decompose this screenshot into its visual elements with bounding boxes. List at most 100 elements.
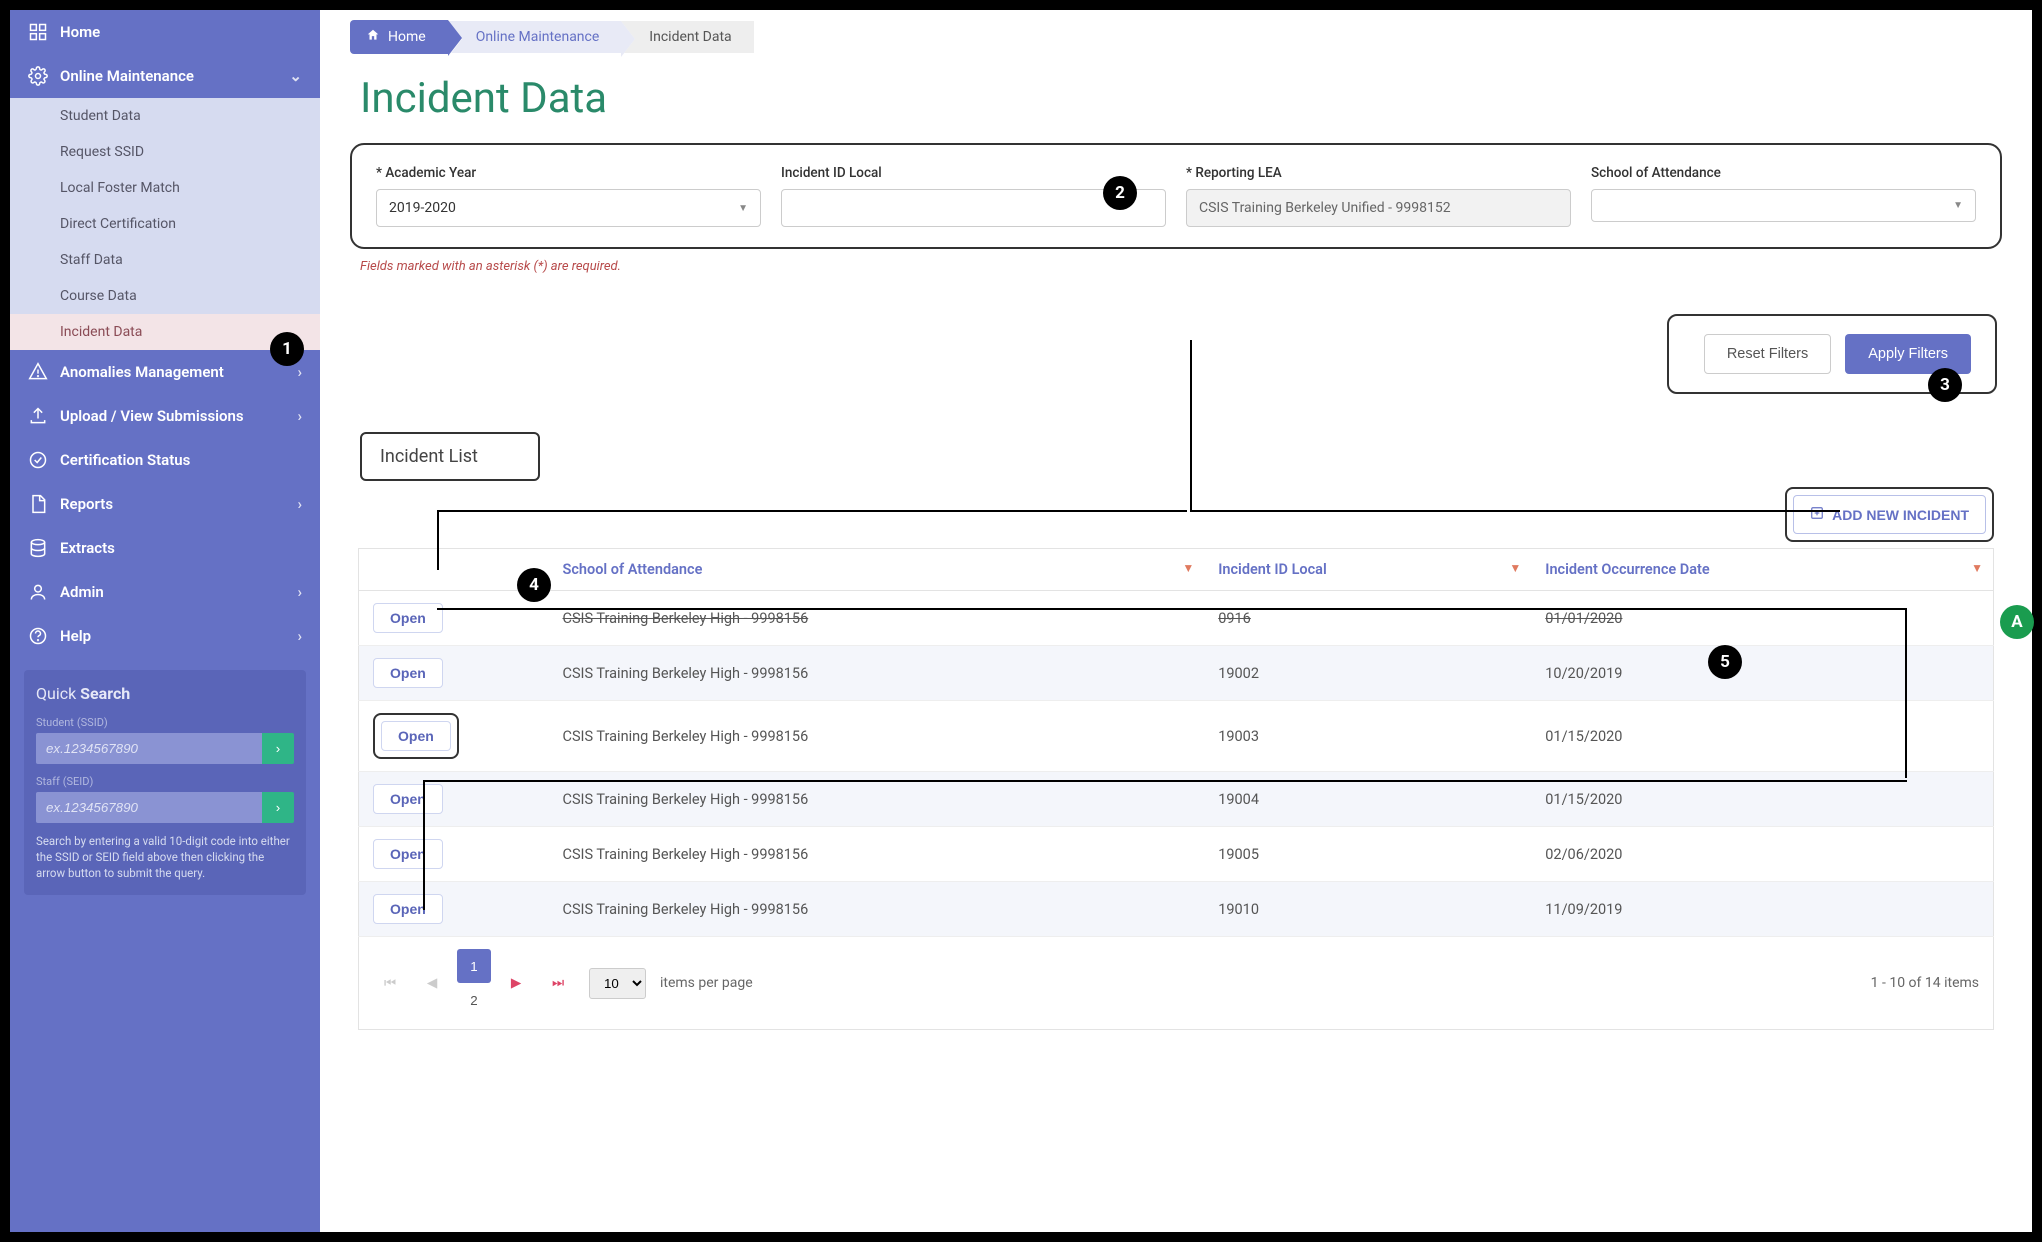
- qs-hint: Search by entering a valid 10-digit code…: [36, 833, 294, 881]
- select-school[interactable]: ▼: [1591, 189, 1976, 222]
- qs-staff-go[interactable]: ›: [262, 792, 294, 823]
- sidebar-item-extracts[interactable]: Extracts: [10, 526, 320, 570]
- chevron-right-icon: ›: [297, 407, 302, 425]
- cell-date: 01/15/2020: [1531, 701, 1993, 772]
- check-circle-icon: [28, 450, 48, 470]
- incident-table-wrap: ADD NEW INCIDENT School of Attendance ▼ …: [358, 487, 1994, 1030]
- grid-icon: [28, 22, 48, 42]
- caret-down-icon: ▼: [1953, 200, 1963, 211]
- cell-date: 01/01/2020: [1531, 591, 1993, 646]
- sidebar-label: Help: [60, 627, 91, 645]
- breadcrumb-online-maintenance[interactable]: Online Maintenance: [448, 21, 622, 53]
- pager-prev[interactable]: ◀: [415, 966, 449, 1000]
- field-school: School of Attendance ▼: [1591, 165, 1976, 227]
- home-icon: [366, 28, 380, 46]
- qs-staff-input[interactable]: [36, 792, 262, 823]
- table-row: Open CSIS Training Berkeley High - 999815…: [359, 827, 1994, 882]
- callout-5: 5: [1708, 645, 1742, 679]
- sidebar-item-admin[interactable]: Admin ›: [10, 570, 320, 614]
- sidebar-item-help[interactable]: Help ›: [10, 614, 320, 658]
- callout-a: A: [2000, 605, 2034, 639]
- filter-icon[interactable]: ▼: [1971, 561, 1983, 575]
- pager-first[interactable]: ⏮: [373, 966, 407, 1000]
- pager-last[interactable]: ⏭: [541, 966, 575, 1000]
- sidebar-item-home[interactable]: Home: [10, 10, 320, 54]
- connector-line: [423, 780, 1907, 782]
- breadcrumb-home[interactable]: Home: [350, 20, 448, 54]
- qs-staff-label: Staff (SEID): [36, 774, 294, 788]
- chevron-right-icon: ›: [297, 363, 302, 381]
- cell-school: CSIS Training Berkeley High - 9998156: [549, 591, 1205, 646]
- plus-icon: [1810, 506, 1824, 523]
- sidebar-sub-item[interactable]: Course Data: [10, 278, 320, 314]
- upload-icon: [28, 406, 48, 426]
- sidebar-label: Reports: [60, 495, 113, 513]
- sidebar-item-cert[interactable]: Certification Status: [10, 438, 320, 482]
- database-icon: [28, 538, 48, 558]
- pager-page-2[interactable]: 2: [457, 983, 491, 1017]
- connector-line: [437, 608, 1907, 610]
- open-button[interactable]: Open: [381, 721, 451, 751]
- col-incident-id[interactable]: Incident ID Local ▼: [1204, 549, 1531, 591]
- sidebar-item-online-maintenance[interactable]: Online Maintenance ⌄: [10, 54, 320, 98]
- qs-student-input[interactable]: [36, 733, 262, 764]
- sidebar-item-reports[interactable]: Reports ›: [10, 482, 320, 526]
- col-date[interactable]: Incident Occurrence Date ▼: [1531, 549, 1993, 591]
- open-button[interactable]: Open: [373, 603, 443, 633]
- sidebar-label: Admin: [60, 583, 104, 601]
- sidebar-sub-item[interactable]: Local Foster Match: [10, 170, 320, 206]
- cell-school: CSIS Training Berkeley High - 9998156: [549, 827, 1205, 882]
- filter-panel: * Academic Year 2019-2020 ▼ Incident ID …: [350, 143, 2002, 249]
- pager-summary: 1 - 10 of 14 items: [1871, 975, 1979, 991]
- required-note: Fields marked with an asterisk (*) are r…: [320, 249, 2032, 284]
- breadcrumb: Home Online Maintenance Incident Data: [320, 10, 2032, 64]
- open-button[interactable]: Open: [373, 839, 443, 869]
- chevron-right-icon: ›: [297, 583, 302, 601]
- qs-student-label: Student (SSID): [36, 715, 294, 729]
- cell-incident-id: 19002: [1204, 646, 1531, 701]
- label-academic-year: * Academic Year: [376, 165, 761, 181]
- open-button[interactable]: Open: [373, 658, 443, 688]
- col-school[interactable]: School of Attendance ▼: [549, 549, 1205, 591]
- sidebar-sub-item[interactable]: Staff Data: [10, 242, 320, 278]
- chevron-right-icon: ›: [297, 495, 302, 513]
- sidebar-label: Online Maintenance: [60, 67, 194, 85]
- sidebar-sub-item[interactable]: Student Data: [10, 98, 320, 134]
- filter-icon[interactable]: ▼: [1182, 561, 1194, 575]
- cell-incident-id: 19003: [1204, 701, 1531, 772]
- table-row: Open CSIS Training Berkeley High - 999815…: [359, 591, 1994, 646]
- open-button[interactable]: Open: [373, 894, 443, 924]
- chevron-down-icon: ⌄: [289, 67, 302, 85]
- sidebar: Home Online Maintenance ⌄ Student DataRe…: [10, 10, 320, 1232]
- caret-down-icon: ▼: [738, 203, 748, 214]
- sidebar-label: Extracts: [60, 539, 115, 557]
- callout-1: 1: [270, 332, 304, 366]
- sidebar-sub-item[interactable]: Request SSID: [10, 134, 320, 170]
- open-button[interactable]: Open: [373, 784, 443, 814]
- sidebar-sub-item[interactable]: Direct Certification: [10, 206, 320, 242]
- pager-size-select[interactable]: 10: [589, 968, 646, 999]
- apply-filters-button[interactable]: Apply Filters: [1845, 334, 1971, 374]
- chevron-right-icon: ›: [297, 627, 302, 645]
- pager-next[interactable]: ▶: [499, 966, 533, 1000]
- table-row: OpenCSIS Training Berkeley High - 999815…: [359, 701, 1994, 772]
- pager-size-label: items per page: [660, 975, 753, 991]
- document-icon: [28, 494, 48, 514]
- add-new-incident-button[interactable]: ADD NEW INCIDENT: [1793, 495, 1986, 534]
- sidebar-label: Home: [60, 23, 100, 41]
- sidebar-item-upload[interactable]: Upload / View Submissions ›: [10, 394, 320, 438]
- connector-line: [1190, 340, 1192, 510]
- qs-student-go[interactable]: ›: [262, 733, 294, 764]
- table-row: OpenCSIS Training Berkeley High - 999815…: [359, 882, 1994, 937]
- cell-date: 02/06/2020: [1531, 827, 1993, 882]
- section-header-incident-list: Incident List: [360, 432, 540, 481]
- input-reporting-lea[interactable]: CSIS Training Berkeley Unified - 9998152: [1186, 189, 1571, 227]
- pager-page-1[interactable]: 1: [457, 949, 491, 983]
- field-reporting-lea: * Reporting LEA CSIS Training Berkeley U…: [1186, 165, 1571, 227]
- select-academic-year[interactable]: 2019-2020 ▼: [376, 189, 761, 227]
- reset-filters-button[interactable]: Reset Filters: [1704, 334, 1831, 374]
- filter-icon[interactable]: ▼: [1509, 561, 1521, 575]
- alert-icon: [28, 362, 48, 382]
- sidebar-label: Certification Status: [60, 451, 190, 469]
- page-title: Incident Data: [320, 64, 2032, 143]
